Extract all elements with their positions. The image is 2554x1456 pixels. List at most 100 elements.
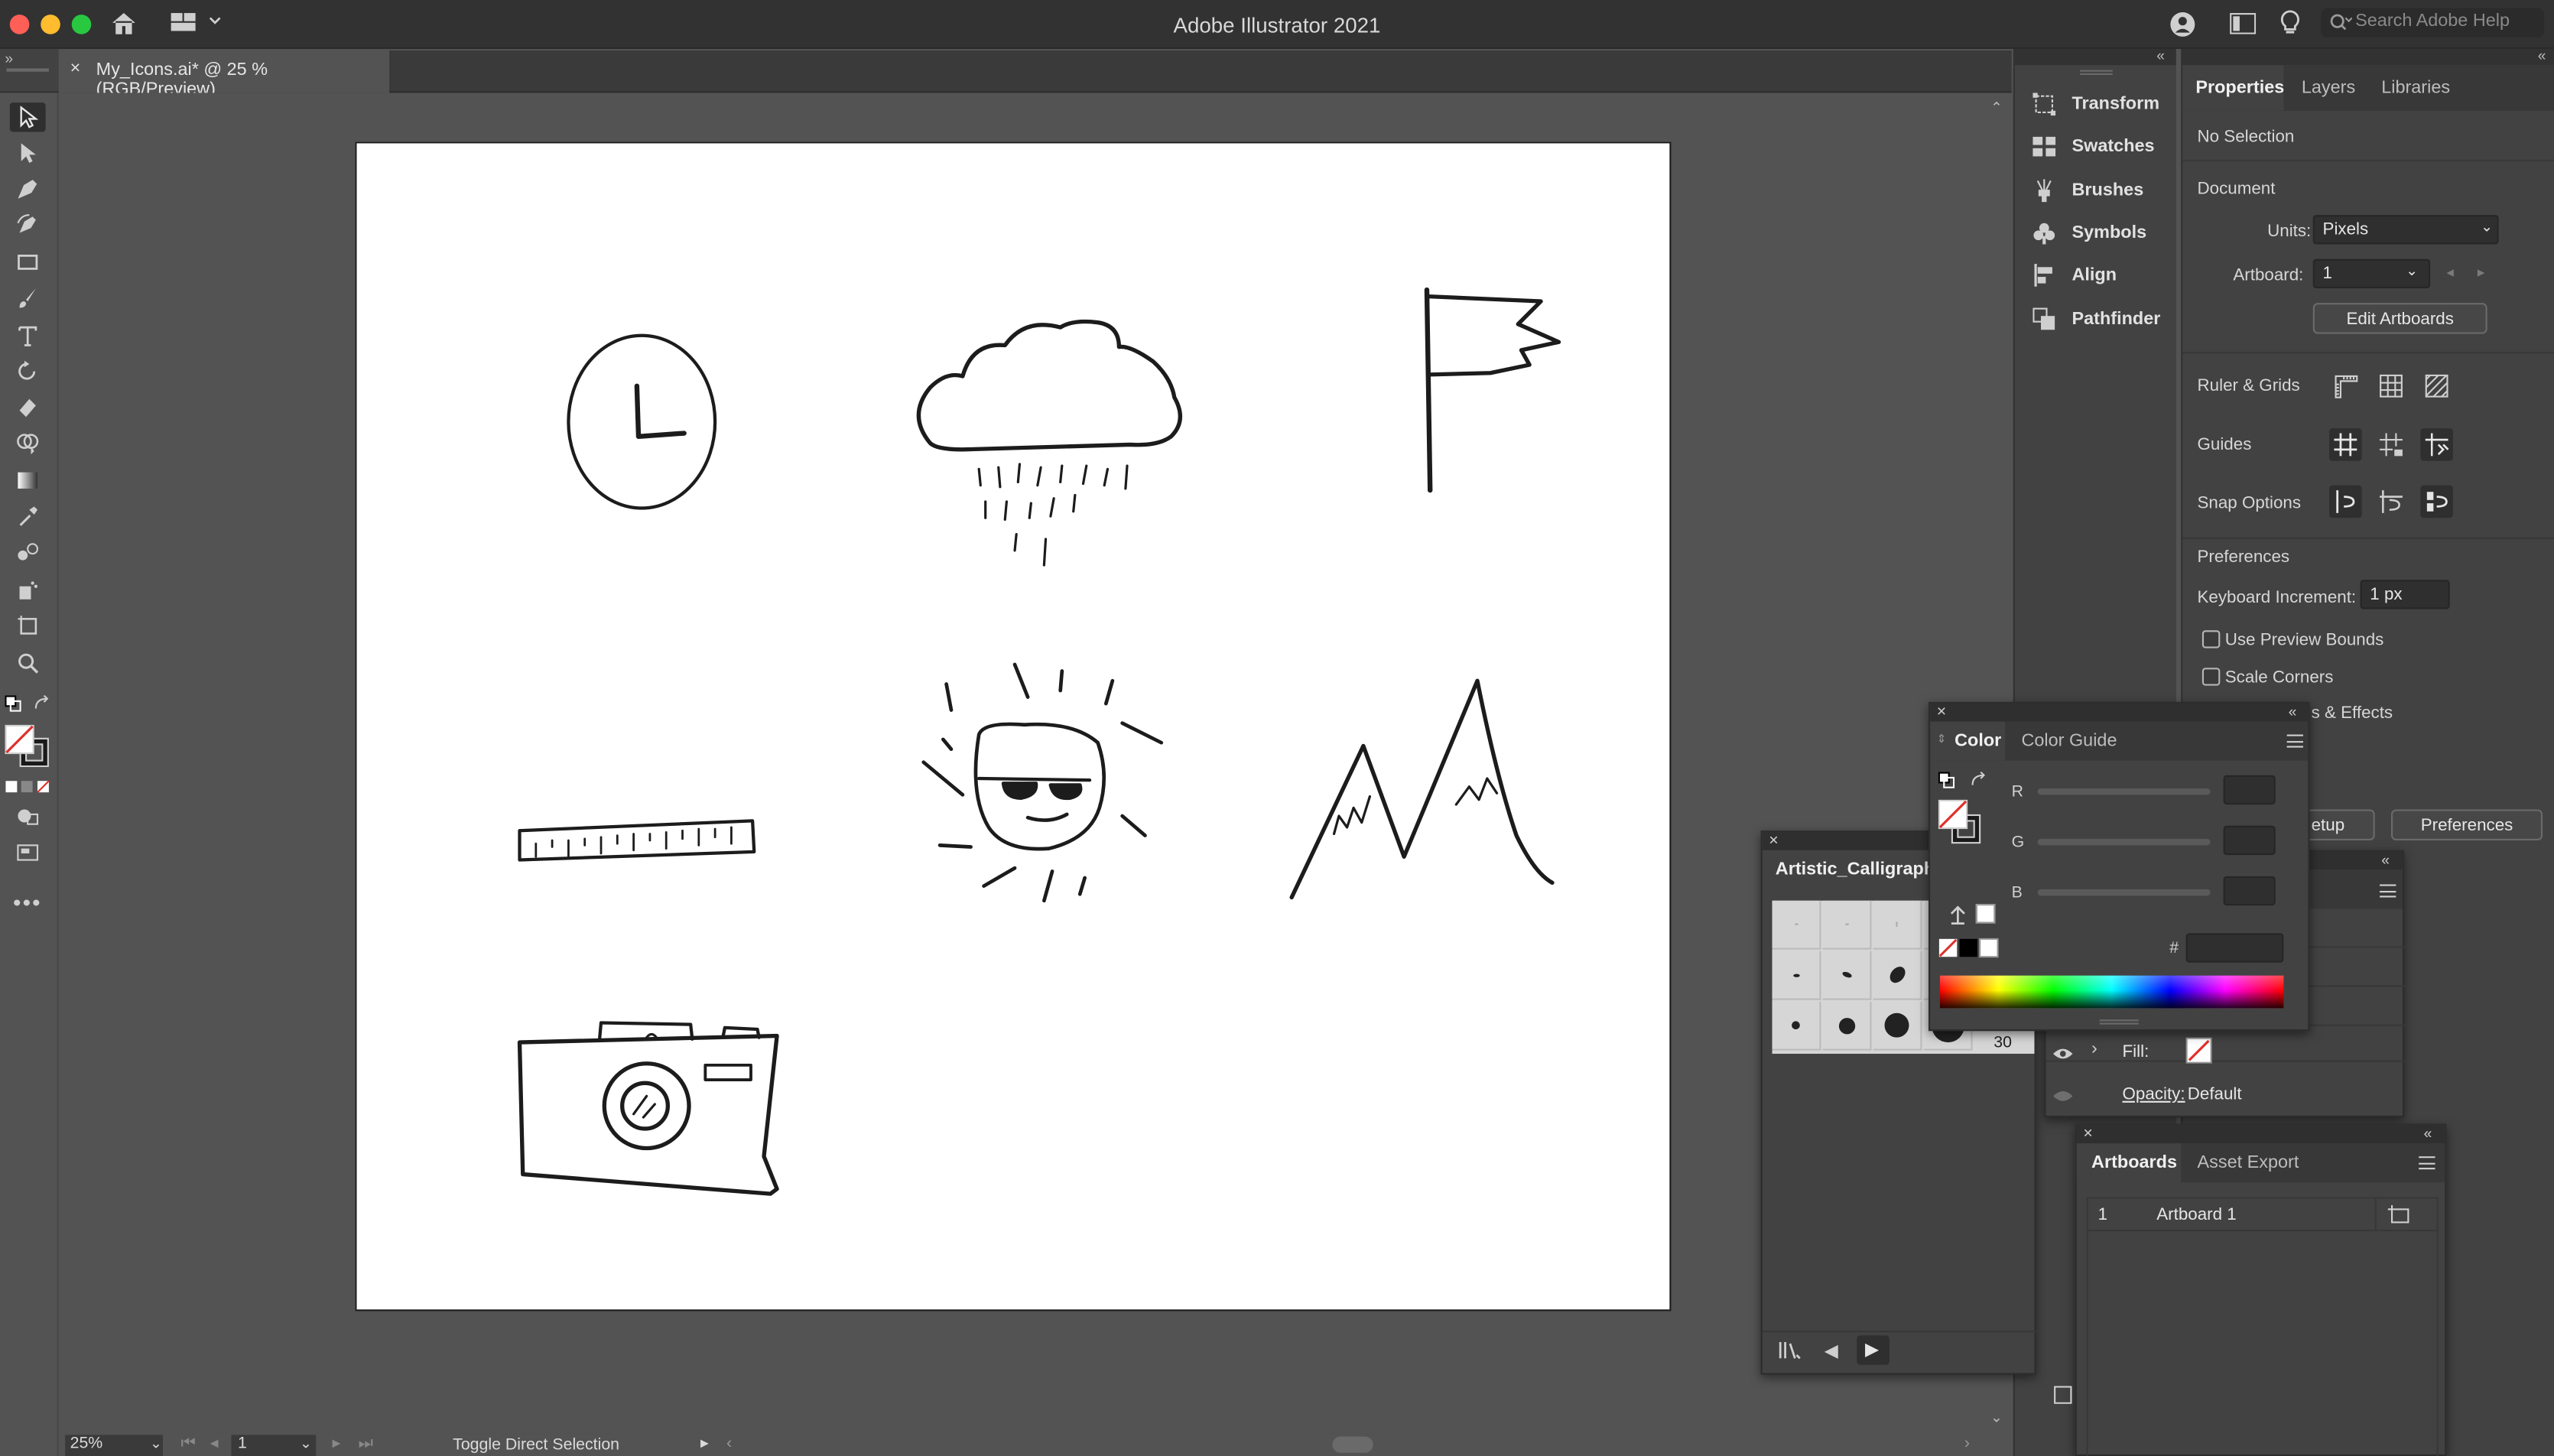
artboard-row[interactable]: 1 Artboard 1	[2088, 1198, 2437, 1232]
account-icon[interactable]	[2169, 10, 2198, 44]
scroll-down-icon[interactable]: ⌄	[1990, 1409, 2003, 1426]
artboard-options-icon[interactable]	[2387, 1205, 2411, 1228]
smart-guides-icon[interactable]	[2420, 428, 2453, 461]
b-channel-input[interactable]	[2223, 876, 2276, 906]
type-tool-icon[interactable]	[10, 321, 46, 350]
tab-color-guide[interactable]: Color Guide	[2021, 731, 2117, 751]
pathfinder-panel-button[interactable]: Pathfinder	[2031, 301, 2160, 337]
screen-mode-icon[interactable]	[10, 837, 46, 866]
color-mode-buttons[interactable]	[5, 778, 50, 798]
fill-stroke-swatch[interactable]	[5, 724, 50, 772]
document-tab[interactable]: × My_Icons.ai* @ 25 % (RGB/Preview)	[58, 50, 390, 99]
snap-to-pixel-icon[interactable]	[2420, 485, 2453, 518]
paintbrush-tool-icon[interactable]	[10, 284, 46, 313]
collapse-dock-icon[interactable]: «	[2156, 47, 2165, 63]
previous-artboard-icon[interactable]: ◂	[210, 1435, 219, 1452]
gradient-tool-icon[interactable]	[10, 466, 46, 495]
transparency-grid-icon[interactable]	[2420, 369, 2453, 402]
keyboard-increment-input[interactable]: 1 px	[2360, 580, 2450, 609]
brush-swatch[interactable]	[1772, 900, 1821, 950]
status-menu-icon[interactable]: ▸	[700, 1435, 709, 1452]
next-artboard-icon[interactable]: ▸	[333, 1435, 341, 1452]
preferences-button[interactable]: Preferences	[2390, 809, 2543, 840]
color-spectrum[interactable]	[1939, 975, 2284, 1009]
cloud-drawing[interactable]	[916, 319, 1182, 567]
artboard[interactable]	[355, 141, 1672, 1311]
panel-menu-icon[interactable]	[2380, 884, 2396, 898]
edit-artboards-button[interactable]: Edit Artboards	[2312, 303, 2487, 334]
last-artboard-icon[interactable]: ⏭	[359, 1435, 373, 1452]
blend-tool-icon[interactable]	[10, 538, 46, 567]
direct-selection-tool-icon[interactable]	[10, 138, 46, 167]
panel-group-icon[interactable]	[2054, 1386, 2072, 1409]
brush-swatch[interactable]	[1772, 1001, 1821, 1051]
units-select[interactable]: Pixels ⌄	[2312, 215, 2499, 245]
brush-swatch[interactable]	[1772, 951, 1821, 1000]
brush-swatch[interactable]	[1873, 951, 1922, 1000]
brush-swatch[interactable]	[1822, 900, 1872, 950]
previous-library-icon[interactable]: ◀	[1825, 1341, 1838, 1362]
brush-swatch[interactable]	[1822, 1001, 1872, 1051]
draw-mode-icon[interactable]	[10, 801, 46, 830]
r-channel-input[interactable]	[2223, 775, 2276, 805]
scroll-up-icon[interactable]: ⌃	[1990, 99, 2003, 117]
lock-guides-icon[interactable]	[2375, 428, 2408, 461]
brush-swatch[interactable]	[1822, 951, 1872, 1000]
expand-toolbar-icon[interactable]: »	[5, 50, 13, 67]
scroll-left-icon[interactable]: ‹	[726, 1435, 732, 1452]
zoom-select[interactable]: 25% ⌄	[65, 1435, 164, 1456]
next-artboard-icon[interactable]: ▸	[2478, 264, 2485, 281]
first-artboard-icon[interactable]: ⏮	[180, 1435, 195, 1452]
eraser-tool-icon[interactable]	[10, 392, 46, 421]
artboard-tool-icon[interactable]	[10, 611, 46, 640]
panel-menu-icon[interactable]	[2286, 734, 2303, 748]
eye-icon[interactable]	[2052, 1045, 2074, 1065]
flag-drawing[interactable]	[1424, 287, 1561, 493]
camera-drawing[interactable]	[517, 1021, 779, 1196]
close-panel-icon[interactable]: ×	[1769, 833, 1778, 850]
brush-swatch[interactable]	[1873, 900, 1922, 950]
swap-fill-stroke-icon[interactable]	[34, 694, 50, 717]
panel-options-toggle-icon[interactable]: ⇕	[1937, 733, 1947, 746]
swatches-panel-button[interactable]: Swatches	[2031, 128, 2155, 164]
edit-toolbar-icon[interactable]: •••	[13, 889, 42, 915]
transform-panel-button[interactable]: Transform	[2031, 86, 2159, 122]
out-of-gamut-icon[interactable]	[1948, 905, 1968, 930]
opacity-label[interactable]: Opacity:	[2123, 1084, 2185, 1104]
selection-tool-icon[interactable]	[9, 102, 46, 132]
rectangle-tool-icon[interactable]	[10, 248, 46, 277]
rulers-icon[interactable]	[2329, 369, 2362, 402]
artboard-select[interactable]: 1 ⌄	[2312, 258, 2431, 288]
web-safe-swatch[interactable]	[1975, 904, 1996, 924]
grid-icon[interactable]	[2375, 369, 2408, 402]
close-panel-icon[interactable]: ×	[2083, 1126, 2092, 1143]
b-channel-slider[interactable]	[2037, 889, 2211, 896]
scale-corners-checkbox[interactable]	[2201, 668, 2221, 686]
zoom-tool-icon[interactable]	[10, 648, 46, 678]
use-preview-bounds-checkbox[interactable]	[2201, 630, 2221, 648]
fill-stroke-swatch[interactable]	[1938, 799, 1984, 850]
expand-fill-icon[interactable]: ›	[2091, 1039, 2097, 1059]
default-fill-stroke-icon[interactable]	[5, 695, 21, 717]
snap-to-point-icon[interactable]	[2329, 485, 2362, 518]
previous-artboard-icon[interactable]: ◂	[2446, 264, 2454, 281]
shape-builder-tool-icon[interactable]	[10, 428, 46, 457]
arrange-documents-icon[interactable]	[2230, 13, 2257, 39]
ruler-drawing[interactable]	[518, 819, 756, 862]
collapse-panel-icon[interactable]: «	[2381, 852, 2390, 868]
curvature-tool-icon[interactable]	[10, 210, 46, 239]
scroll-right-icon[interactable]: ›	[1964, 1435, 1970, 1452]
r-channel-slider[interactable]	[2037, 788, 2211, 795]
tab-artboards[interactable]: Artboards	[2076, 1143, 2182, 1183]
hex-input[interactable]	[2185, 933, 2284, 963]
horizontal-scroll-thumb[interactable]	[1332, 1436, 1373, 1453]
show-guides-icon[interactable]	[2329, 428, 2362, 461]
panel-menu-icon[interactable]	[2419, 1156, 2435, 1170]
snap-to-grid-icon[interactable]	[2375, 486, 2408, 518]
eyedropper-tool-icon[interactable]	[10, 502, 46, 531]
artboard-navigator[interactable]: 1 ⌄	[231, 1435, 317, 1456]
sun-drawing[interactable]	[921, 662, 1164, 903]
g-channel-slider[interactable]	[2037, 838, 2211, 846]
default-colors-icon[interactable]	[1938, 772, 1955, 794]
eye-icon[interactable]	[2052, 1088, 2074, 1108]
